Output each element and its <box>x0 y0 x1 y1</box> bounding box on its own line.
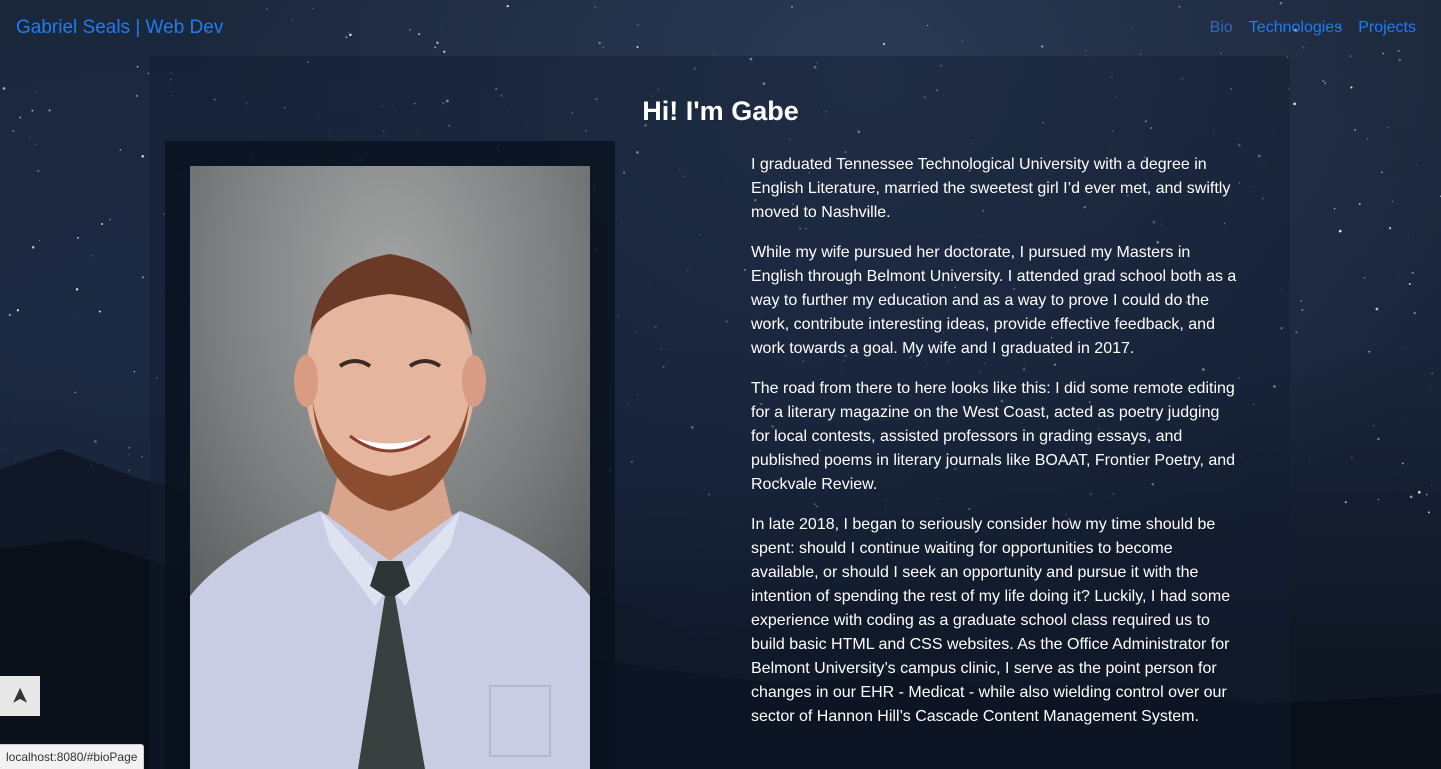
nav-link-bio[interactable]: Bio <box>1210 19 1233 37</box>
star <box>1413 311 1416 315</box>
star <box>141 155 144 158</box>
star <box>1301 309 1304 311</box>
bio-paragraph: In late 2018, I began to seriously consi… <box>751 516 1231 725</box>
top-navbar: Gabriel Seals | Web Dev Bio Technologies… <box>0 0 1441 56</box>
star <box>16 309 20 312</box>
star <box>1300 300 1303 302</box>
star <box>1322 80 1325 83</box>
star <box>1396 274 1398 276</box>
star <box>1381 171 1383 173</box>
star <box>2 87 6 90</box>
star <box>1430 386 1432 388</box>
star <box>79 315 81 317</box>
nav-link-technologies[interactable]: Technologies <box>1249 19 1342 37</box>
star <box>12 130 15 132</box>
scroll-to-top-button[interactable]: ➤ <box>0 676 40 716</box>
star <box>98 310 101 313</box>
portrait-illustration <box>190 166 590 769</box>
star <box>1401 348 1403 350</box>
star <box>1363 276 1366 279</box>
nav-link-projects[interactable]: Projects <box>1358 19 1416 37</box>
star <box>109 218 112 221</box>
star <box>136 65 139 68</box>
star <box>31 246 35 249</box>
star <box>1358 203 1361 205</box>
star <box>1375 307 1379 311</box>
star <box>37 169 40 173</box>
star <box>1411 271 1414 274</box>
bio-paragraph: The road from there to here looks like t… <box>751 380 1236 493</box>
star <box>1408 282 1411 286</box>
star <box>29 137 31 138</box>
arrow-up-icon: ➤ <box>7 686 32 706</box>
star <box>1407 236 1409 238</box>
star <box>141 276 145 279</box>
star <box>1392 200 1393 202</box>
bio-paragraph: I graduated Tennessee Technological Univ… <box>751 156 1231 221</box>
star <box>119 148 122 151</box>
star <box>101 223 104 225</box>
star <box>1431 372 1433 375</box>
star <box>1354 129 1357 131</box>
star <box>38 239 41 242</box>
star <box>75 288 79 291</box>
star <box>35 92 37 93</box>
nav-links: Bio Technologies Projects <box>1210 19 1416 37</box>
star <box>1338 229 1342 233</box>
star <box>91 255 93 257</box>
star <box>8 313 11 317</box>
star <box>74 391 76 394</box>
star <box>133 370 136 373</box>
star <box>1398 58 1402 62</box>
star <box>1387 126 1389 128</box>
bio-paragraph: While my wife pursued her doctorate, I p… <box>751 244 1237 357</box>
bio-text: I graduated Tennessee Technological Univ… <box>751 153 1241 745</box>
star <box>77 236 79 239</box>
star <box>1295 331 1298 334</box>
profile-photo <box>190 166 590 769</box>
star <box>1388 227 1392 230</box>
star <box>1368 350 1370 353</box>
star <box>1333 208 1336 210</box>
brand-link[interactable]: Gabriel Seals | Web Dev <box>16 17 223 39</box>
page-title: Hi! I'm Gabe <box>642 96 799 126</box>
star <box>1324 82 1326 85</box>
star <box>1367 138 1369 140</box>
status-bar-url: localhost:8080/#bioPage <box>0 744 145 769</box>
star <box>1416 164 1418 166</box>
star <box>147 72 149 74</box>
star <box>1350 86 1353 89</box>
star <box>34 143 36 145</box>
star <box>54 275 56 277</box>
